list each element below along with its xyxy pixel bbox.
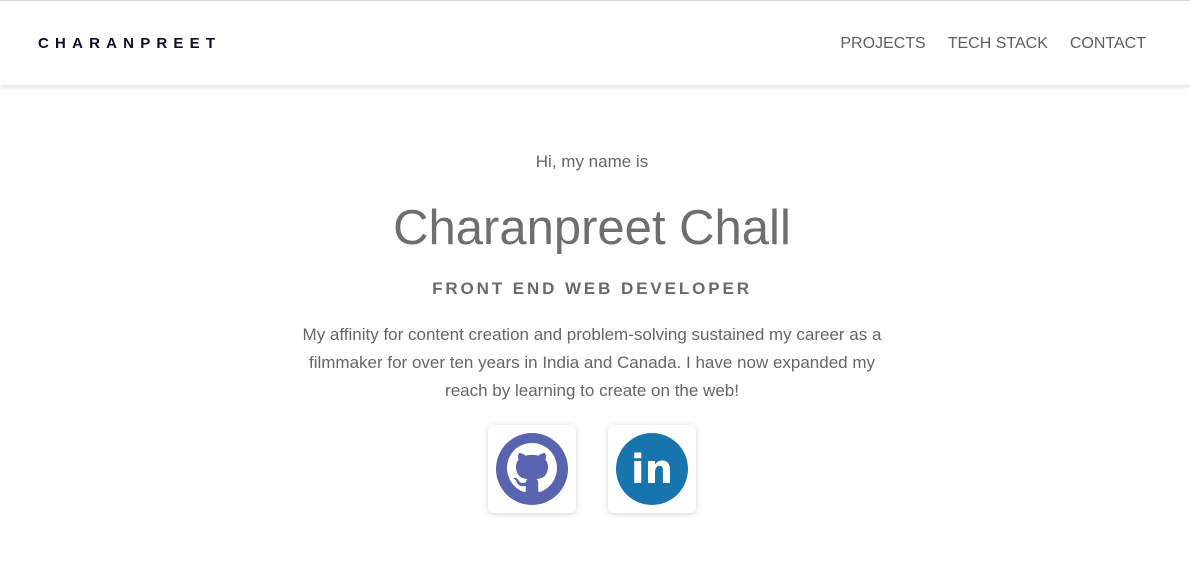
linkedin-link[interactable]: in — [608, 425, 696, 513]
main-nav: PROJECTS TECH STACK CONTACT — [840, 34, 1146, 54]
nav-link-projects[interactable]: PROJECTS — [840, 34, 925, 54]
github-icon — [496, 433, 568, 505]
brand-logo-link[interactable]: CHARANPREET — [38, 35, 221, 53]
hero-name: Charanpreet Chall — [393, 201, 791, 255]
hero-role: FRONT END WEB DEVELOPER — [432, 279, 752, 298]
page: CHARANPREET PROJECTS TECH STACK CONTACT … — [0, 0, 1190, 581]
linkedin-icon-text: in — [631, 447, 673, 493]
hero-bio: My affinity for content creation and pro… — [302, 325, 882, 400]
linkedin-icon: in — [616, 433, 688, 505]
hero-greeting: Hi, my name is — [535, 152, 649, 171]
nav-link-contact[interactable]: CONTACT — [1070, 34, 1146, 54]
top-navbar: CHARANPREET PROJECTS TECH STACK CONTACT — [0, 0, 1190, 85]
github-link[interactable] — [488, 425, 576, 513]
nav-link-tech-stack[interactable]: TECH STACK — [948, 34, 1048, 54]
